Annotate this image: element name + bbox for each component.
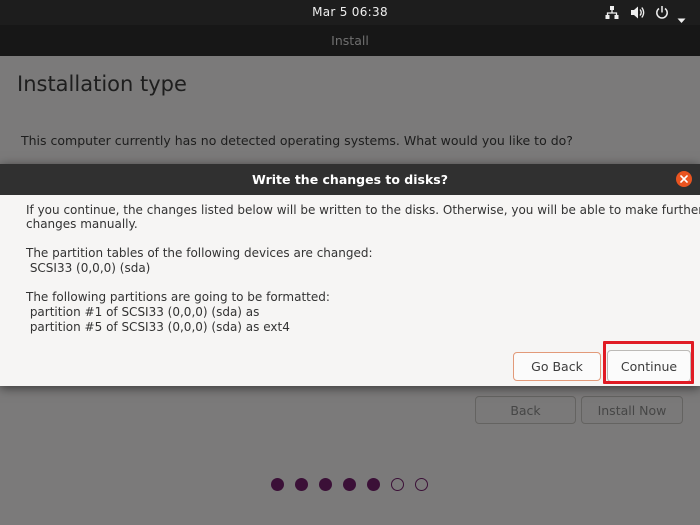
close-icon[interactable] xyxy=(676,171,692,187)
power-icon[interactable] xyxy=(655,5,669,20)
dialog-intro-line2: changes manually. xyxy=(26,217,138,231)
go-back-button[interactable]: Go Back xyxy=(513,352,601,381)
network-icon[interactable] xyxy=(605,5,619,20)
partition-item: partition #5 of SCSI33 (0,0,0) (sda) as … xyxy=(26,320,290,334)
partition-tables-heading: The partition tables of the following de… xyxy=(26,246,373,260)
write-changes-dialog: Write the changes to disks? If you conti… xyxy=(0,164,700,386)
chevron-down-icon[interactable] xyxy=(677,9,686,24)
partition-item: partition #1 of SCSI33 (0,0,0) (sda) as xyxy=(26,305,260,319)
formatted-partitions-heading: The following partitions are going to be… xyxy=(26,290,330,304)
volume-icon[interactable] xyxy=(630,5,646,20)
continue-highlight-box xyxy=(603,341,694,384)
dialog-title: Write the changes to disks? xyxy=(0,164,700,195)
clock[interactable]: Mar 5 06:38 xyxy=(0,0,700,25)
dialog-intro-line1: If you continue, the changes listed belo… xyxy=(26,203,700,217)
system-top-bar: Mar 5 06:38 xyxy=(0,0,700,25)
partition-table-device: SCSI33 (0,0,0) (sda) xyxy=(26,261,151,275)
